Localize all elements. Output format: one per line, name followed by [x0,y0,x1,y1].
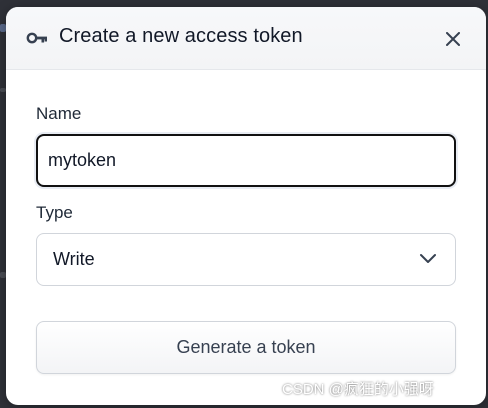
type-label: Type [36,203,73,222]
name-label: Name [36,104,82,123]
chevron-down-icon [420,254,436,263]
create-token-dialog: Create a new access token Name Type Writ… [6,7,486,405]
close-icon [446,32,460,46]
generate-token-button[interactable]: Generate a token [36,321,456,374]
key-icon [26,32,47,44]
token-name-input[interactable] [36,134,456,187]
token-type-value: Write [53,249,95,269]
close-button[interactable] [440,26,466,52]
dialog-title: Create a new access token [59,25,303,47]
watermark: CSDN @疯狂的小强呀 [282,381,434,398]
token-type-select[interactable]: Write [36,233,456,286]
dialog-header: Create a new access token [6,7,486,70]
